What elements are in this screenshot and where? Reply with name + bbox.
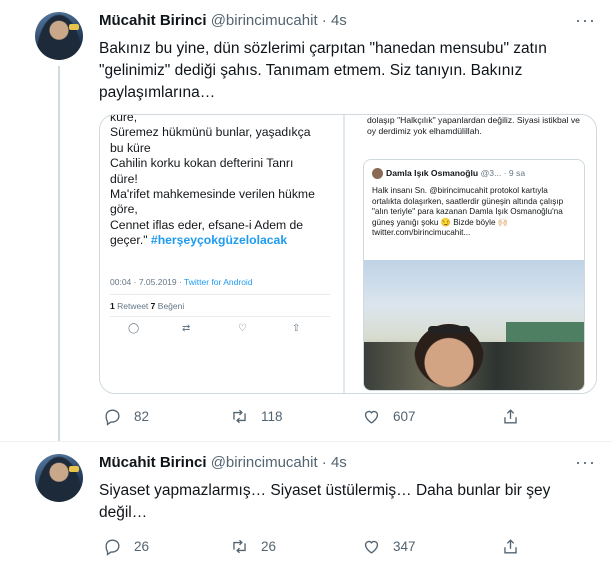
screenshot-actions: ◯ ⇄ ♡ ⇧	[128, 323, 318, 337]
share-icon	[504, 539, 517, 554]
divider	[110, 294, 330, 295]
selfie-photo	[364, 260, 584, 390]
tweet-1[interactable]: Mücahit Birinci @birincimucahit · 4s ···…	[0, 0, 612, 450]
like-icon	[364, 540, 379, 554]
quoted-handle: @3... · 9 sa	[480, 168, 526, 178]
reply-icon: ◯	[128, 323, 140, 334]
thread-connector-line	[58, 66, 60, 442]
reply-button[interactable]: 26	[103, 537, 149, 556]
quoted-tweet-header: Damla Işık Osmanoğlu @3... · 9 sa	[372, 168, 526, 180]
share-icon	[504, 409, 517, 424]
retweet-icon	[233, 539, 246, 554]
hashtag: #herşeyçokgüzelolacak	[150, 233, 288, 248]
screenshot-top-text: dolaşıp "Halkçılık" yapanlardan değiliz.…	[367, 115, 580, 136]
tweet-time[interactable]: 4s	[331, 454, 347, 471]
reply-icon	[105, 539, 120, 556]
poem-line: göre,	[110, 202, 138, 217]
retweet-button[interactable]: 118	[230, 407, 283, 426]
like-count: 607	[393, 409, 416, 424]
tweet-text: Siyaset yapmazlarmış… Siyaset üstülermiş…	[99, 482, 551, 521]
tweet-media[interactable]: küre, Süremez hükmünü bunlar, yaşadıkça …	[99, 114, 597, 394]
like-icon: ♡	[238, 323, 247, 334]
user-handle[interactable]: @birincimucahit	[211, 454, 318, 471]
retweet-button[interactable]: 26	[230, 537, 276, 556]
like-label: Beğeni	[157, 301, 185, 311]
poem-line: bu küre	[110, 140, 151, 155]
display-name[interactable]: Mücahit Birinci	[99, 454, 207, 471]
avatar[interactable]	[35, 12, 83, 60]
retweet-label: Retweet	[117, 301, 149, 311]
tweet-header: Mücahit Birinci @birincimucahit · 4s	[99, 12, 347, 29]
tweet-header: Mücahit Birinci @birincimucahit · 4s	[99, 454, 347, 471]
screenshot-timestamp: 00:04 · 7.05.2019 · Twitter for Android	[110, 277, 253, 287]
poem-line: küre,	[110, 115, 138, 124]
separator-dot: ·	[321, 454, 327, 471]
share-button[interactable]	[501, 407, 532, 426]
share-button[interactable]	[501, 537, 532, 556]
like-button[interactable]: 347	[362, 537, 416, 556]
reply-button[interactable]: 82	[103, 407, 149, 426]
display-name[interactable]: Mücahit Birinci	[99, 12, 207, 29]
tweet-time[interactable]: 4s	[331, 12, 347, 29]
share-icon: ⇧	[292, 323, 301, 334]
photo-sign	[506, 322, 584, 344]
like-button[interactable]: 607	[362, 407, 416, 426]
quoted-avatar	[372, 168, 383, 180]
reply-count: 82	[134, 409, 150, 424]
media-image-left[interactable]: küre, Süremez hükmünü bunlar, yaşadıkça …	[100, 115, 343, 393]
poem-line: Ma'rifet mahkemesinde verilen hükme	[110, 187, 315, 202]
poem-line: düre!	[110, 171, 138, 186]
user-handle[interactable]: @birincimucahit	[211, 12, 318, 29]
quoted-tweet-text: Halk insanı Sn. @birincimucahit protokol…	[372, 186, 564, 238]
timestamp-text: 00:04 · 7.05.2019 ·	[110, 277, 185, 287]
poem-line: Cennet iflas eder, efsane-i Adem de	[110, 217, 304, 232]
source-label: Twitter for Android	[184, 277, 253, 287]
photo-face	[414, 324, 484, 390]
retweet-count: 1	[110, 301, 115, 311]
poem-line-last: geçer." #herşeyçokgüzelolacak	[110, 233, 335, 248]
retweet-count: 118	[261, 409, 283, 424]
tweet-actions: 82 118 607	[99, 407, 539, 429]
tweet-2[interactable]: Mücahit Birinci @birincimucahit · 4s ···…	[0, 442, 612, 570]
screenshot-poem-text: küre, Süremez hükmünü bunlar, yaşadıkça …	[110, 115, 335, 249]
like-count: 347	[393, 539, 416, 554]
poem-line: geçer."	[110, 233, 148, 248]
photo-sunglasses	[428, 326, 470, 334]
avatar-badge	[69, 24, 79, 30]
media-image-right[interactable]: dolaşıp "Halkçılık" yapanlardan değiliz.…	[345, 115, 596, 393]
tweet-text: Bakınız bu yine, dün sözlerimi çarpıtan …	[99, 40, 547, 101]
divider	[110, 316, 330, 317]
reply-icon	[105, 409, 120, 426]
quoted-tweet: Damla Işık Osmanoğlu @3... · 9 sa Halk i…	[363, 159, 585, 391]
reply-count: 26	[134, 539, 150, 554]
like-count: 7	[150, 301, 156, 311]
tweet-actions: 26 26 347	[99, 537, 539, 559]
poem-line: Süremez hükmünü bunlar, yaşadıkça	[110, 125, 311, 140]
poem-line: Cahilin korku kokan defterini Tanrı	[110, 156, 294, 171]
avatar[interactable]	[35, 454, 83, 502]
screenshot-stats: 1 Retweet 7 Beğeni	[110, 301, 184, 311]
retweet-icon	[233, 409, 246, 424]
more-icon[interactable]: ···	[575, 10, 596, 31]
retweet-icon: ⇄	[182, 323, 191, 334]
separator-dot: ·	[321, 12, 327, 29]
more-icon[interactable]: ···	[575, 452, 596, 473]
quoted-name: Damla Işık Osmanoğlu	[386, 168, 479, 178]
like-icon	[364, 410, 379, 424]
retweet-count: 26	[261, 539, 277, 554]
avatar-badge	[69, 466, 79, 472]
